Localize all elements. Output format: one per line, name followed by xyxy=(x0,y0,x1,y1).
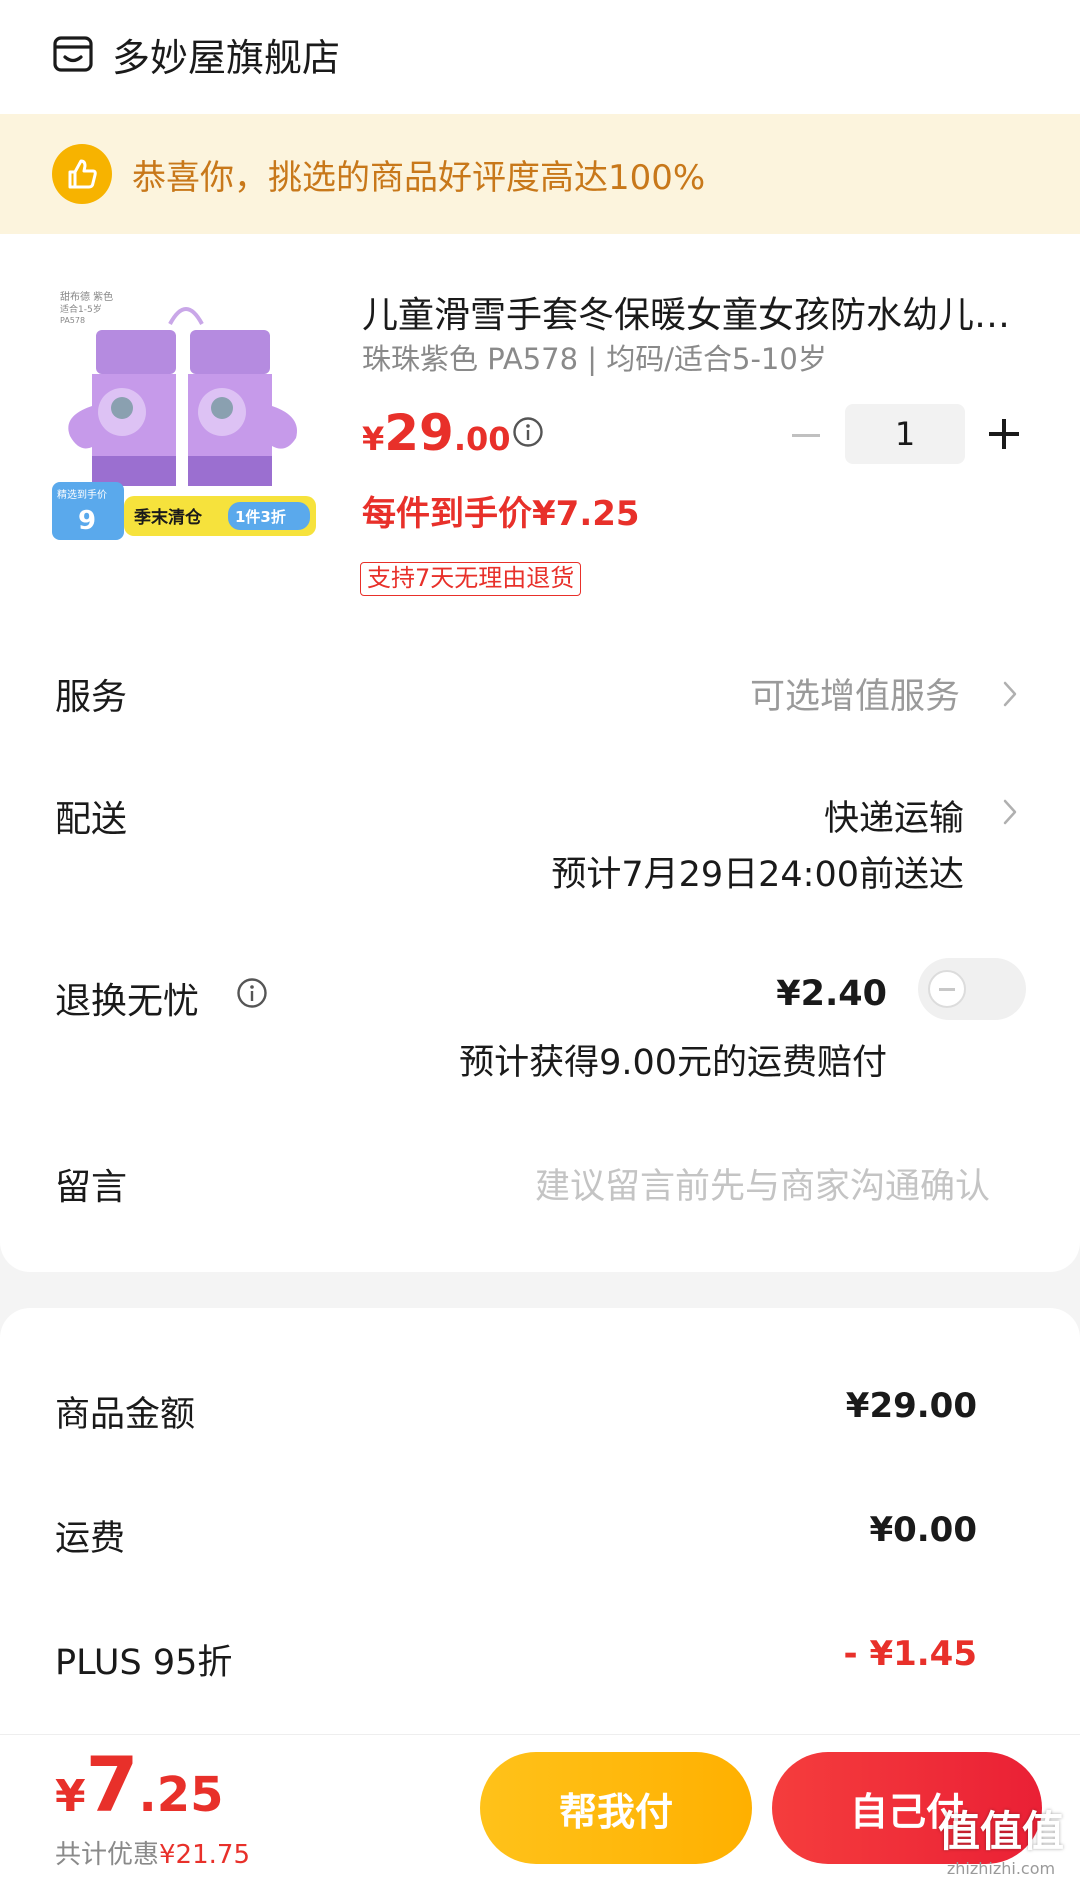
unit-price: 每件到手价¥7.25 xyxy=(362,494,640,534)
delivery-eta: 预计7月29日24:00前送达 xyxy=(551,855,964,895)
store-header[interactable]: 多妙屋旗舰店 xyxy=(52,22,340,86)
product-image[interactable]: 甜布德 紫色 适合1-5岁 PA578 精选到手价 9 季末清仓 1件3折 xyxy=(52,286,324,554)
quantity-input[interactable]: 1 xyxy=(845,404,965,464)
store-name: 多妙屋旗舰店 xyxy=(112,35,341,80)
toggle-knob xyxy=(928,970,966,1008)
watermark: 值值值 zhizhizhi.com xyxy=(928,1798,1074,1878)
return-worry-free-label: 退换无忧 xyxy=(55,981,200,1022)
toggle-off-icon xyxy=(939,987,955,991)
total-discount-value: ¥21.75 xyxy=(159,1840,250,1870)
product-price: ¥ 29 .00 xyxy=(362,404,511,462)
service-value[interactable]: 可选增值服务 xyxy=(750,668,960,719)
price-symbol: ¥ xyxy=(362,420,385,458)
price-integer: 29 xyxy=(384,404,454,462)
product-title[interactable]: 儿童滑雪手套冬保暖女童女孩防水幼儿园手套 xyxy=(362,286,1022,338)
total-discount-label: 共计优惠 xyxy=(55,1840,160,1870)
product-image-text-2: 适合1-5岁 xyxy=(60,303,102,315)
quantity-increase-button[interactable] xyxy=(986,416,1022,452)
watermark-url: zhizhizhi.com xyxy=(946,1859,1056,1878)
delivery-method[interactable]: 快递运输 xyxy=(824,790,964,841)
delivery-chevron-icon[interactable] xyxy=(1000,796,1020,828)
message-label: 留言 xyxy=(55,1167,128,1208)
badge-number: 9 xyxy=(78,506,96,536)
shipping-value: ¥0.00 xyxy=(869,1510,977,1550)
delivery-label: 配送 xyxy=(55,799,128,840)
total-price: ¥ 7 .25 xyxy=(55,1740,224,1829)
praise-banner: 恭喜你，挑选的商品好评度高达100% xyxy=(0,114,1080,234)
goods-amount-value: ¥29.00 xyxy=(845,1386,977,1426)
store-icon xyxy=(53,36,93,72)
return-worry-free-price: ¥2.40 xyxy=(776,974,887,1014)
return-policy-tag: 支持7天无理由退货 xyxy=(360,562,582,596)
watermark-logo: 值值值 xyxy=(937,1807,1064,1856)
return-worry-free-toggle[interactable] xyxy=(918,958,1026,1020)
service-chevron-icon[interactable] xyxy=(1000,678,1020,710)
ask-friend-pay-button[interactable]: 帮我付 xyxy=(480,1752,752,1864)
shipping-label: 运费 xyxy=(55,1519,126,1559)
badge-discount-text: 1件3折 xyxy=(235,508,286,526)
minus-icon xyxy=(792,433,820,437)
price-decimal: .00 xyxy=(453,420,511,458)
goods-amount-label: 商品金额 xyxy=(55,1395,196,1435)
plus-discount-label: PLUS 95折 xyxy=(55,1643,233,1683)
total-symbol: ¥ xyxy=(55,1771,86,1822)
product-image-text-1: 甜布德 紫色 xyxy=(60,290,113,303)
banner-text: 恭喜你，挑选的商品好评度高达100% xyxy=(132,157,706,198)
total-discount: 共计优惠¥21.75 xyxy=(55,1834,250,1871)
quantity-decrease-button[interactable] xyxy=(786,418,826,452)
price-info-icon[interactable] xyxy=(512,416,544,448)
return-info-icon[interactable] xyxy=(236,977,268,1009)
product-spec[interactable]: 珠珠紫色 PA578 | 均码/适合5-10岁 xyxy=(362,336,827,378)
return-worry-free-desc: 预计获得9.00元的运费赔付 xyxy=(459,1043,887,1083)
badge-sale-text: 季末清仓 xyxy=(134,507,203,528)
product-image-text-3: PA578 xyxy=(60,316,85,325)
total-decimal: .25 xyxy=(138,1767,224,1823)
total-integer: 7 xyxy=(85,1740,139,1829)
plus-discount-value: - ¥1.45 xyxy=(843,1634,978,1674)
badge-small-tag: 精选到手价 xyxy=(57,488,107,501)
message-input[interactable]: 建议留言前先与商家沟通确认 xyxy=(535,1158,990,1209)
thumbs-up-icon xyxy=(52,144,112,204)
service-label: 服务 xyxy=(55,677,128,718)
